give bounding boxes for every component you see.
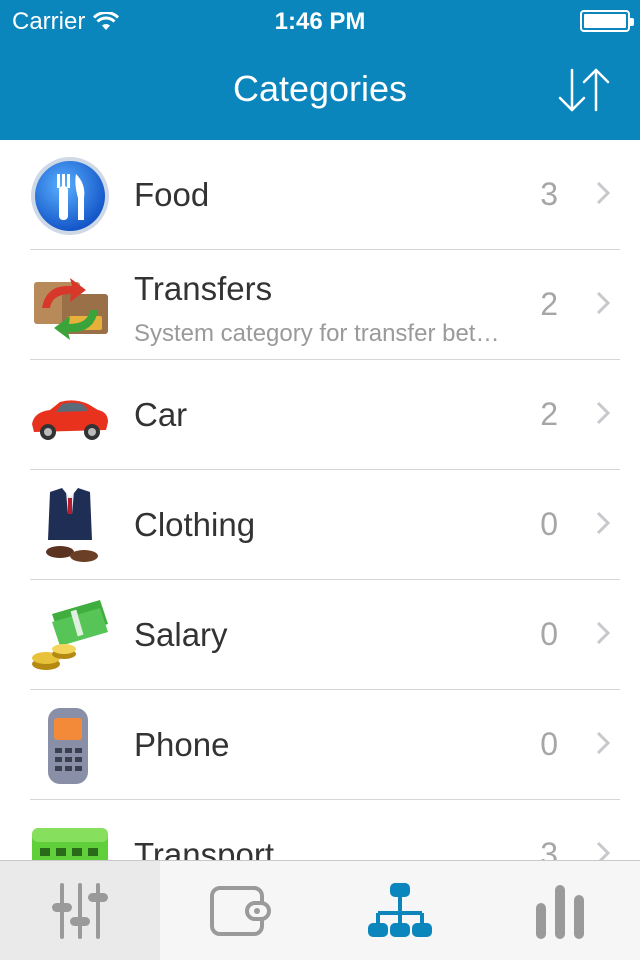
category-count: 2 xyxy=(540,396,558,432)
clothing-icon xyxy=(46,488,98,562)
phone-icon xyxy=(48,708,88,784)
category-name: Clothing xyxy=(134,506,256,543)
categories-list[interactable]: Food 3 Transfers System category for tra… xyxy=(0,140,640,860)
battery-icon xyxy=(580,10,634,32)
status-bar: Carrier 1:46 PM xyxy=(0,0,640,40)
tab-accounts[interactable] xyxy=(160,861,320,960)
category-name: Salary xyxy=(134,616,228,653)
category-name: Phone xyxy=(134,726,230,763)
wallet-icon xyxy=(210,885,271,936)
sliders-icon xyxy=(52,882,108,939)
tab-categories[interactable] xyxy=(320,861,480,960)
status-time: 1:46 PM xyxy=(274,8,366,35)
list-item[interactable]: Transfers System category for transfer b… xyxy=(0,250,640,360)
list-item[interactable]: Food 3 xyxy=(0,140,640,250)
chevron-right-icon xyxy=(596,291,610,315)
chevron-right-icon xyxy=(596,731,610,755)
tab-settings[interactable] xyxy=(0,861,160,960)
list-item[interactable]: Car 2 xyxy=(0,360,640,470)
list-item[interactable]: Salary 0 xyxy=(0,580,640,690)
chevron-right-icon xyxy=(596,511,610,535)
chevron-right-icon xyxy=(596,841,610,860)
category-count: 2 xyxy=(540,286,558,322)
category-name: Transport xyxy=(134,836,274,860)
category-count: 0 xyxy=(540,506,558,542)
list-item[interactable]: Phone 0 xyxy=(0,690,640,800)
tab-bar xyxy=(0,860,640,960)
hierarchy-icon xyxy=(368,882,432,937)
chevron-right-icon xyxy=(596,401,610,425)
navigation-bar: Carrier 1:46 PM Categories xyxy=(0,0,640,140)
transfers-icon xyxy=(34,278,108,340)
category-count: 0 xyxy=(540,726,558,762)
sort-button[interactable] xyxy=(556,64,612,116)
category-count: 3 xyxy=(540,176,558,212)
food-icon xyxy=(31,157,109,235)
category-name: Car xyxy=(134,396,188,433)
list-item[interactable]: Transport 3 xyxy=(0,800,640,860)
transport-icon xyxy=(32,828,108,860)
category-count: 0 xyxy=(540,616,558,652)
salary-icon xyxy=(32,600,108,670)
category-name: Transfers xyxy=(134,270,273,307)
bar-chart-icon xyxy=(536,884,584,939)
category-count: 3 xyxy=(540,836,558,860)
category-subtitle: System category for transfer between acc… xyxy=(134,320,514,347)
chevron-right-icon xyxy=(596,181,610,205)
page-title: Categories xyxy=(232,68,408,109)
chevron-right-icon xyxy=(596,621,610,645)
list-item[interactable]: Clothing 0 xyxy=(0,470,640,580)
tab-reports[interactable] xyxy=(480,861,640,960)
category-name: Food xyxy=(134,176,210,213)
sort-arrows-icon xyxy=(558,68,610,112)
car-icon xyxy=(32,400,108,440)
